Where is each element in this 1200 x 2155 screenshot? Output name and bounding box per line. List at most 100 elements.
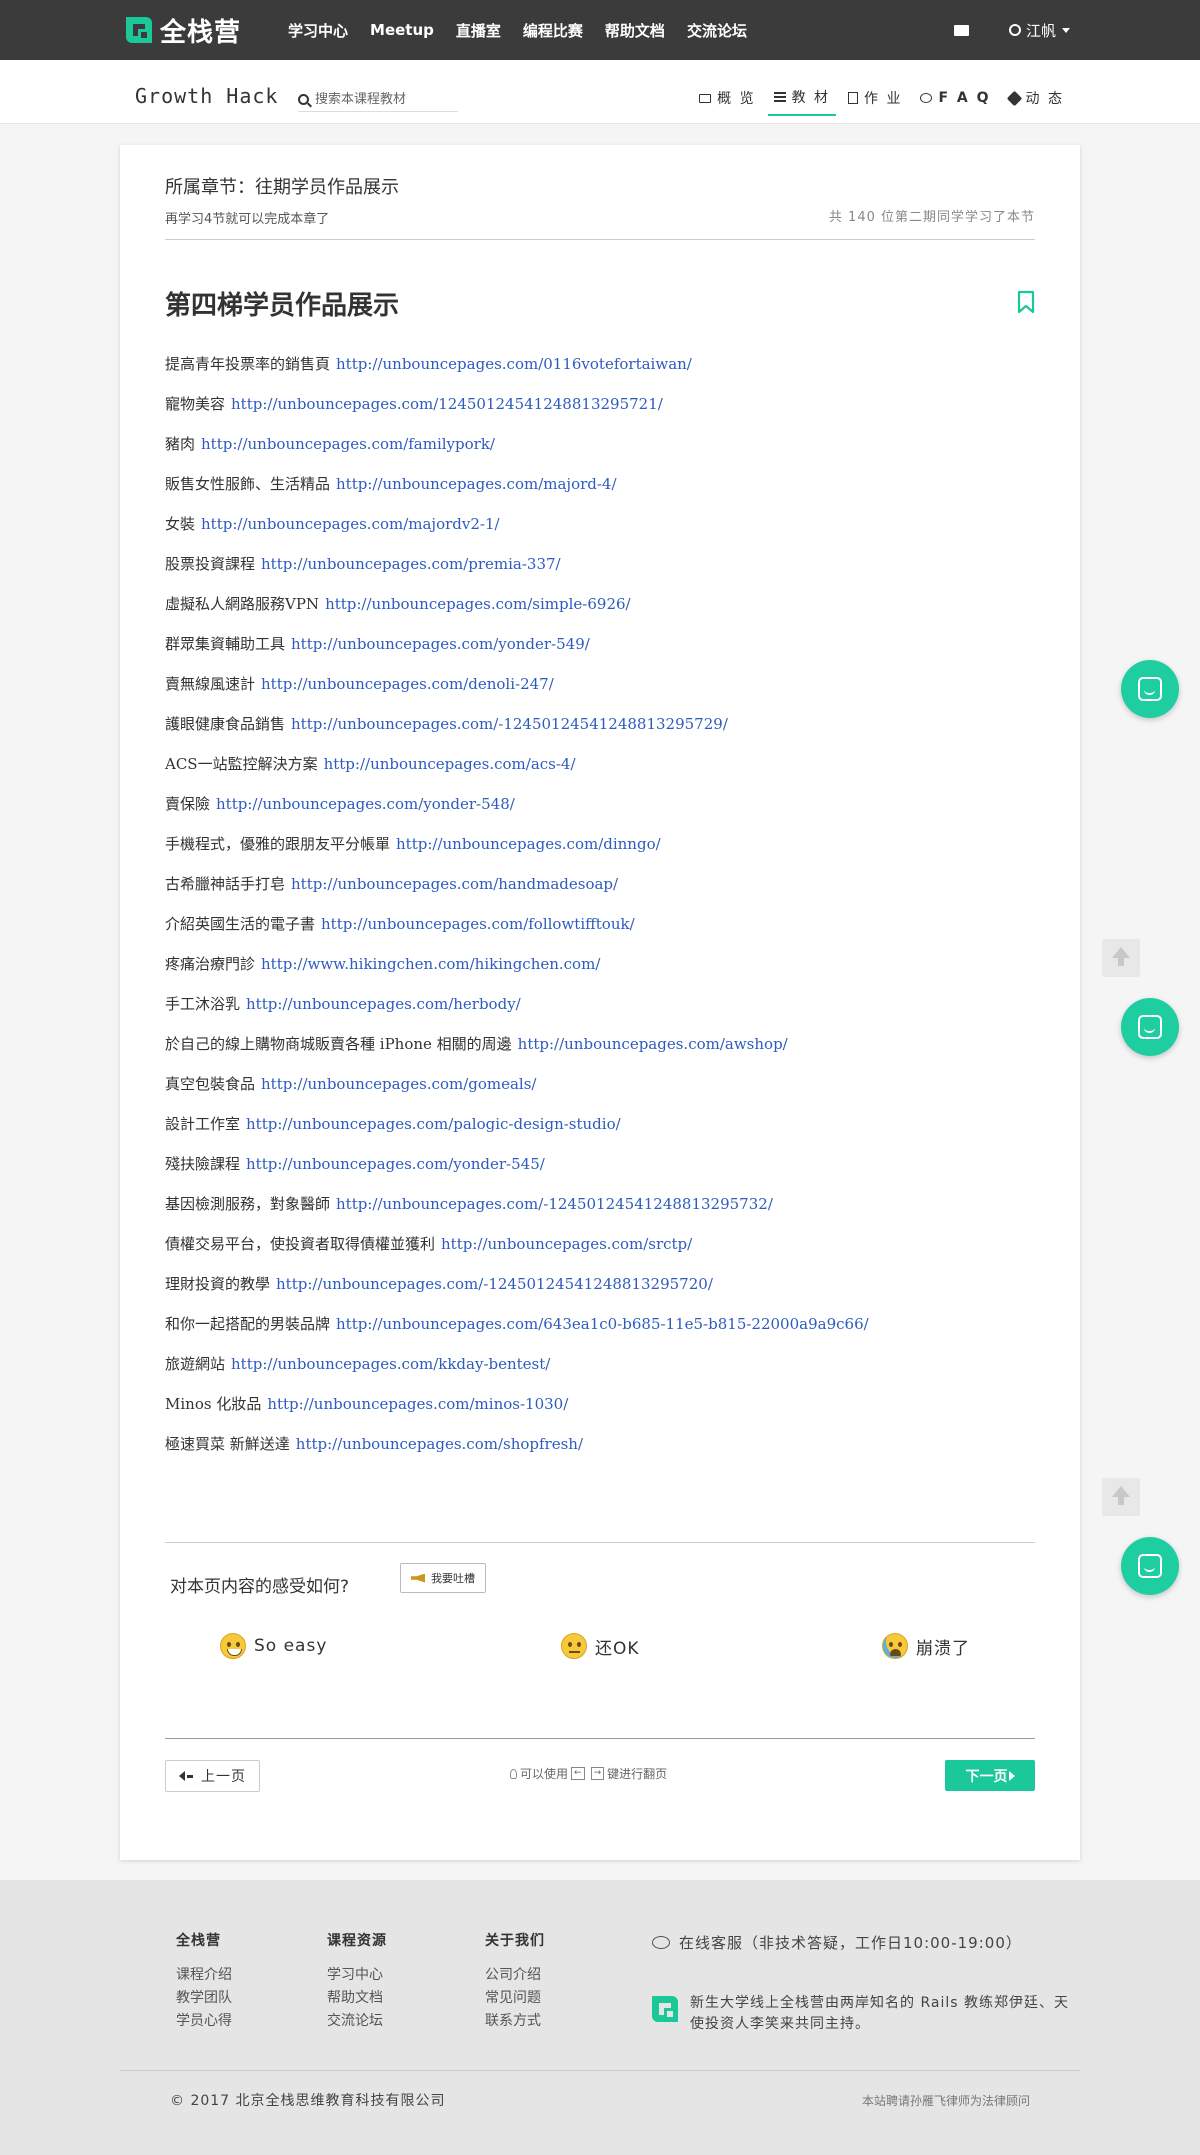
entry-link[interactable]: http://unbouncepages.com/minos-1030/ <box>267 1395 568 1413</box>
entry-link[interactable]: http://unbouncepages.com/handmadesoap/ <box>291 875 618 893</box>
comments-icon <box>920 93 933 103</box>
entry-link[interactable]: http://unbouncepages.com/herbody/ <box>246 995 521 1013</box>
entry-link[interactable]: http://unbouncepages.com/dinngo/ <box>396 835 661 853</box>
user-menu[interactable]: 江帆 <box>1026 20 1056 41</box>
feedback-question: 对本页内容的感受如何? <box>170 1577 350 1597</box>
list-item: 販售女性服飾、生活精品 http://unbouncepages.com/majo… <box>165 473 1045 513</box>
entry-link[interactable]: http://unbouncepages.com/-12450124541248… <box>336 1195 773 1213</box>
nav-coding-contest[interactable]: 编程比赛 <box>523 20 583 41</box>
entry-label: 護眼健康食品銷售 <box>165 715 286 733</box>
chevron-down-icon[interactable] <box>1062 27 1070 33</box>
entry-label: 手工沐浴乳 <box>165 995 241 1013</box>
back-to-top-button[interactable] <box>1102 939 1140 977</box>
tab-label: F A Q <box>938 90 991 106</box>
envelope-icon[interactable] <box>953 24 969 36</box>
key-right: → <box>590 1767 605 1780</box>
arrow-right-icon <box>1008 1770 1015 1781</box>
nav-meetup[interactable]: Meetup <box>370 21 434 39</box>
course-tabs: 概 览 教 材 作 业 F A Q 动 态 <box>687 80 1070 120</box>
entry-link[interactable]: http://unbouncepages.com/0116votefortaiw… <box>336 355 692 373</box>
live-chat-button[interactable] <box>1121 1537 1179 1595</box>
entry-link[interactable]: http://unbouncepages.com/followtifftouk/ <box>321 915 635 933</box>
list-item: 手工沐浴乳 http://unbouncepages.com/herbody/ <box>165 993 1045 1033</box>
back-to-top-button[interactable] <box>1102 1478 1140 1516</box>
list-item: 群眾集資輔助工具 http://unbouncepages.com/yonder-… <box>165 633 1045 673</box>
about-text: 新生大学线上全栈营由两岸知名的 Rails 教练郑伊廷、天使投资人李笑来共同主持… <box>690 1995 1069 2032</box>
entry-label: 女裝 <box>165 515 196 533</box>
list-icon <box>773 91 786 103</box>
footer-col-about: 关于我们 公司介绍 常见问题 联系方式 <box>485 1930 545 2033</box>
list-item: 股票投資課程 http://unbouncepages.com/premia-33… <box>165 553 1045 593</box>
live-chat-button[interactable] <box>1121 998 1179 1056</box>
tab-activity[interactable]: 动 态 <box>1003 80 1070 116</box>
list-item: 豬肉 http://unbouncepages.com/familypork/ <box>165 433 1045 473</box>
entry-link[interactable]: http://unbouncepages.com/shopfresh/ <box>296 1435 583 1453</box>
live-chat-button[interactable] <box>1121 660 1179 718</box>
mood-collapse[interactable]: 崩溃了 <box>882 1633 970 1659</box>
entry-link[interactable]: http://unbouncepages.com/acs-4/ <box>324 755 576 773</box>
entry-link[interactable]: http://unbouncepages.com/majord-4/ <box>336 475 617 493</box>
mood-easy[interactable]: So easy <box>220 1633 327 1659</box>
entry-link[interactable]: http://unbouncepages.com/awshop/ <box>518 1035 788 1053</box>
tab-materials[interactable]: 教 材 <box>767 80 837 116</box>
nav-learning-center[interactable]: 学习中心 <box>288 20 348 41</box>
entry-link[interactable]: http://unbouncepages.com/yonder-545/ <box>246 1155 545 1173</box>
legal-note: 本站聘请孙雁飞律师为法律顾问 <box>861 2094 1030 2108</box>
entry-link[interactable]: http://unbouncepages.com/kkday-bentest/ <box>231 1355 550 1373</box>
entry-link[interactable]: http://unbouncepages.com/simple-6926/ <box>325 595 631 613</box>
entry-label: 販售女性服飾、生活精品 <box>165 475 331 493</box>
footer-link[interactable]: 课程介绍 <box>176 1964 232 1987</box>
arrow-left-stem <box>187 1774 193 1778</box>
entry-link[interactable]: http://unbouncepages.com/gomeals/ <box>261 1075 536 1093</box>
entry-link[interactable]: http://unbouncepages.com/srctp/ <box>441 1235 692 1253</box>
tab-homework[interactable]: 作 业 <box>842 80 908 116</box>
entry-link[interactable]: http://unbouncepages.com/premia-337/ <box>261 555 561 573</box>
footer-link[interactable]: 帮助文档 <box>327 1987 387 2010</box>
divider <box>165 1738 1035 1739</box>
footer-link[interactable]: 公司介绍 <box>485 1964 545 1987</box>
next-page-button[interactable]: 下一页 <box>945 1760 1035 1791</box>
entry-link[interactable]: http://unbouncepages.com/familypork/ <box>201 435 495 453</box>
tab-overview[interactable]: 概 览 <box>693 80 761 116</box>
prev-page-button[interactable]: 上一页 <box>165 1760 260 1792</box>
search-icon <box>298 94 309 105</box>
rant-button[interactable]: 我要吐槽 <box>400 1563 486 1593</box>
list-item: 賣保險 http://unbouncepages.com/yonder-548/ <box>165 793 1045 833</box>
tab-faq[interactable]: F A Q <box>914 80 996 116</box>
nav-help-docs[interactable]: 帮助文档 <box>605 20 665 41</box>
online-service[interactable]: 在线客服（非技术答疑，工作日10:00-19:00） <box>652 1932 1022 1953</box>
bookmark-icon[interactable] <box>1017 290 1035 314</box>
entry-link[interactable]: http://unbouncepages.com/palogic-design-… <box>246 1115 621 1133</box>
entry-link[interactable]: http://unbouncepages.com/-12450124541248… <box>276 1275 713 1293</box>
entry-link[interactable]: http://unbouncepages.com/643ea1c0-b685-1… <box>336 1315 869 1333</box>
entry-link[interactable]: http://unbouncepages.com/denoli-247/ <box>261 675 554 693</box>
nav-forum[interactable]: 交流论坛 <box>687 20 747 41</box>
footer-link[interactable]: 学员心得 <box>176 2010 232 2033</box>
entry-link[interactable]: http://unbouncepages.com/yonder-548/ <box>216 795 515 813</box>
grinning-face-icon <box>220 1633 246 1659</box>
brand-logo[interactable]: 全栈营 <box>124 12 241 48</box>
tab-label: 教 材 <box>791 90 831 106</box>
list-item: 於自己的線上購物商城販賣各種 iPhone 相關的周邊 http://unboun… <box>165 1033 1045 1073</box>
lesson-card: 所属章节：往期学员作品展示 再学习4节就可以完成本章了 共 140 位第二期同学… <box>120 145 1080 1860</box>
footer-link[interactable]: 教学团队 <box>176 1987 232 2010</box>
entry-link[interactable]: http://unbouncepages.com/yonder-549/ <box>291 635 590 653</box>
entry-link[interactable]: http://www.hikingchen.com/hikingchen.com… <box>261 955 600 973</box>
footer-link[interactable]: 学习中心 <box>327 1964 387 1987</box>
comments-icon <box>652 1936 670 1949</box>
footer-link[interactable]: 联系方式 <box>485 2010 545 2033</box>
entry-label: 債權交易平台，使投資者取得債權並獲利 <box>165 1235 436 1253</box>
entry-link[interactable]: http://unbouncepages.com/majordv2-1/ <box>201 515 500 533</box>
nav-live-room[interactable]: 直播室 <box>456 20 501 41</box>
arrow-left-icon <box>179 1771 185 1781</box>
entry-label: 股票投資課程 <box>165 555 256 573</box>
mood-ok[interactable]: 还OK <box>561 1633 640 1659</box>
entry-link[interactable]: http://unbouncepages.com/-12450124541248… <box>291 715 728 733</box>
list-item: 理財投資的教學 http://unbouncepages.com/-1245012… <box>165 1273 1045 1313</box>
footer-link[interactable]: 常见问题 <box>485 1987 545 2010</box>
entry-label: 真空包裝食品 <box>165 1075 256 1093</box>
footer-link[interactable]: 交流论坛 <box>327 2010 387 2033</box>
crying-face-icon <box>882 1633 908 1659</box>
search-input[interactable] <box>315 92 450 107</box>
entry-link[interactable]: http://unbouncepages.com/124501245412488… <box>231 395 663 413</box>
